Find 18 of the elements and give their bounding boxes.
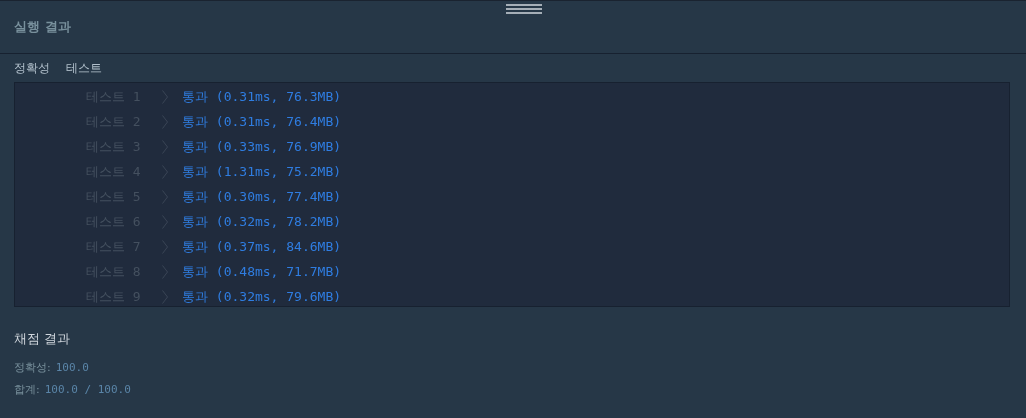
grading-title: 채점 결과 bbox=[14, 331, 71, 348]
drag-handle-icon[interactable] bbox=[506, 4, 542, 14]
test-result: 통과 (0.33ms, 76.9MB) bbox=[182, 137, 342, 156]
test-result: 통과 (0.30ms, 77.4MB) bbox=[182, 187, 342, 206]
test-result: 통과 (0.31ms, 76.3MB) bbox=[182, 87, 342, 106]
section-label: 정확성 bbox=[14, 59, 50, 77]
test-result: 통과 (0.32ms, 79.6MB) bbox=[182, 287, 342, 306]
score-label: 정확성: bbox=[14, 359, 51, 375]
score-value: 100.0 bbox=[55, 360, 89, 374]
score-value: 100.0 / 100.0 bbox=[44, 382, 131, 396]
section-label: 테스트 bbox=[66, 59, 102, 77]
test-result: 통과 (1.31ms, 75.2MB) bbox=[182, 162, 342, 181]
test-result: 통과 (0.31ms, 76.4MB) bbox=[182, 112, 342, 131]
test-result: 통과 (0.32ms, 78.2MB) bbox=[182, 212, 342, 231]
panel-title: 실행 결과 bbox=[14, 18, 71, 36]
score-label: 합계: bbox=[14, 381, 40, 397]
test-result: 통과 (0.48ms, 71.7MB) bbox=[182, 262, 342, 281]
test-result: 통과 (0.37ms, 84.6MB) bbox=[182, 237, 342, 256]
